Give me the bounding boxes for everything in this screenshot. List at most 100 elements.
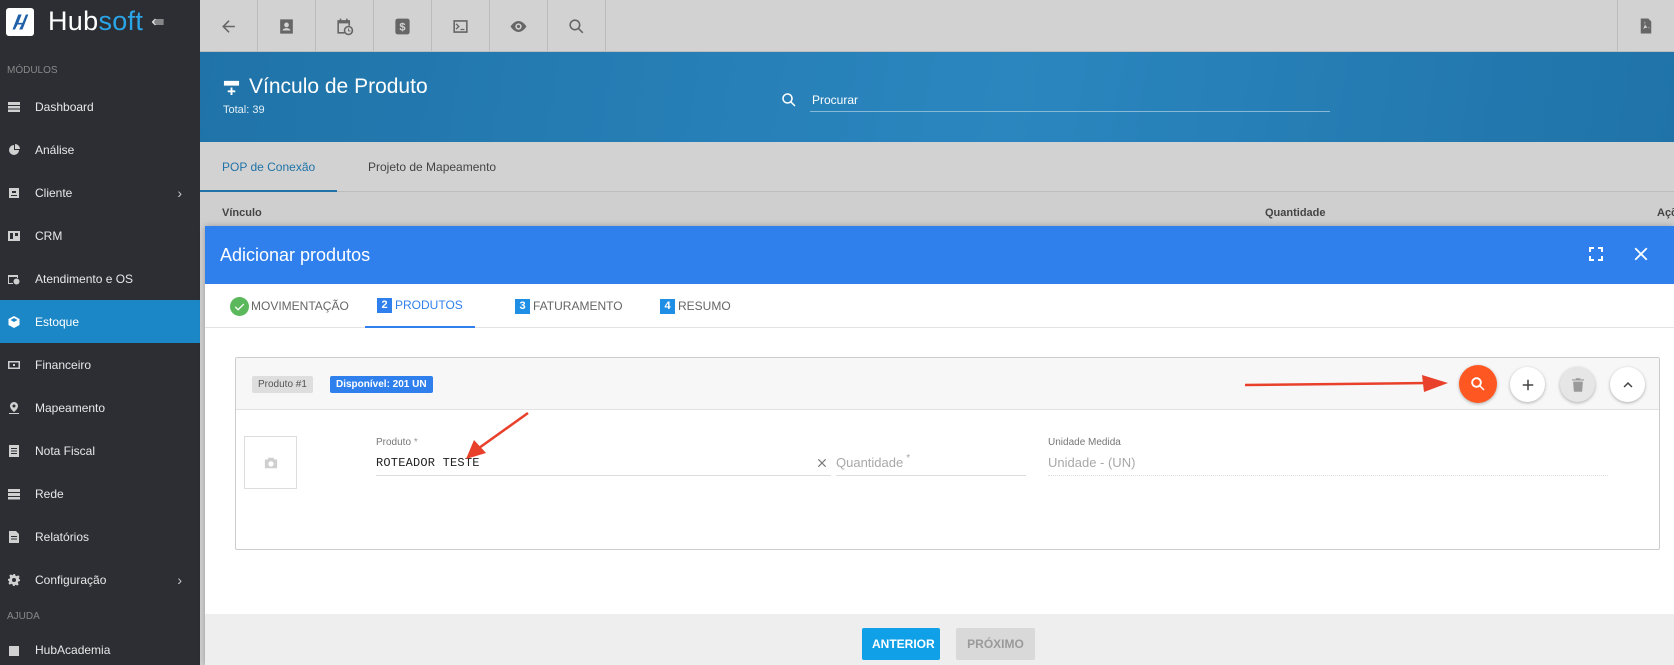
client-button[interactable]: [258, 0, 316, 52]
back-button[interactable]: [200, 0, 258, 52]
product-photo[interactable]: [244, 436, 297, 489]
step-label: PRODUTOS: [395, 298, 463, 312]
available-stock-badge: Disponível: 201 UN: [330, 376, 433, 393]
tab-pop-conexao[interactable]: POP de Conexão: [200, 142, 338, 192]
product-card-header: Produto #1 Disponível: 201 UN: [236, 358, 1659, 410]
finance-button[interactable]: $: [374, 0, 432, 52]
sidebar-item-dashboard[interactable]: Dashboard: [0, 85, 200, 128]
view-button[interactable]: [490, 0, 548, 52]
page-title-text: Vínculo de Produto: [249, 75, 428, 98]
sidebar-item-label: Análise: [35, 142, 75, 157]
academy-icon: [8, 645, 20, 657]
previous-button[interactable]: ANTERIOR: [862, 628, 940, 660]
add-products-modal: Adicionar produtos MOVIMENTAÇÃO 2 PRODUT…: [205, 226, 1674, 665]
sidebar-item-label: Dashboard: [35, 99, 94, 114]
record-count: Total: 39: [223, 104, 265, 116]
arrow-left-icon: [222, 19, 235, 33]
search-icon: [782, 93, 796, 107]
close-icon[interactable]: [1630, 243, 1652, 265]
trash-icon: [1571, 377, 1584, 392]
step-produtos[interactable]: 2 PRODUTOS: [365, 284, 475, 328]
sidebar-item-label: CRM: [35, 228, 63, 243]
eye-icon: [510, 20, 527, 32]
sidebar-item-analise[interactable]: Análise: [0, 128, 200, 171]
search-product-button[interactable]: [1459, 365, 1497, 403]
step-number: 4: [660, 298, 675, 314]
sidebar-item-cliente[interactable]: Cliente ›: [0, 171, 200, 214]
unit-value: Unidade - (UN): [1048, 455, 1136, 470]
pdf-button[interactable]: [1617, 0, 1674, 52]
sidebar-item-atendimento[interactable]: Atendimento e OS: [0, 257, 200, 300]
required-mark: *: [906, 453, 911, 464]
terminal-icon: [453, 19, 468, 33]
sidebar-item-configuracao[interactable]: Configuração ›: [0, 558, 200, 601]
step-number: 3: [515, 298, 530, 314]
sidebar: Hubsoft ⇚ MÓDULOS Dashboard Análise Clie…: [0, 0, 200, 665]
page-tabs: POP de Conexão Projeto de Mapeamento: [200, 142, 1674, 192]
next-button[interactable]: PRÓXIMO: [956, 628, 1035, 660]
product-number-badge: Produto #1: [252, 376, 313, 393]
step-movimentacao[interactable]: MOVIMENTAÇÃO: [218, 284, 361, 328]
sidebar-item-financeiro[interactable]: Financeiro: [0, 343, 200, 386]
sidebar-item-crm[interactable]: CRM: [0, 214, 200, 257]
chevron-right-icon: ›: [177, 571, 182, 588]
calendar-clock-icon: [337, 18, 354, 35]
brand-bar: Hubsoft ⇚: [0, 0, 200, 43]
contact-card-icon: [280, 18, 293, 34]
hubsoft-logo-icon: [6, 7, 34, 36]
sidebar-item-estoque[interactable]: Estoque: [0, 300, 200, 343]
required-mark: *: [413, 437, 418, 448]
tab-projeto-mapeamento[interactable]: Projeto de Mapeamento: [346, 142, 518, 192]
step-resumo[interactable]: 4 RESUMO: [648, 284, 743, 328]
modal-title: Adicionar produtos: [220, 244, 371, 265]
column-header-acoes: Açõ: [1657, 207, 1674, 219]
unit-field[interactable]: Unidade - (UN): [1048, 450, 1608, 476]
chevron-up-icon: [1623, 381, 1632, 388]
search-button[interactable]: [548, 0, 606, 52]
remove-product-button[interactable]: [1560, 367, 1595, 402]
sidebar-item-relatorios[interactable]: Relatórios: [0, 515, 200, 558]
sidebar-item-hubacademia[interactable]: HubAcademia: [0, 627, 200, 657]
money-icon: [8, 359, 20, 371]
modal-footer: ANTERIOR PRÓXIMO: [205, 614, 1674, 665]
sidebar-nav: Dashboard Análise Cliente › CRM Atendime…: [0, 85, 200, 601]
collapse-card-button[interactable]: [1610, 367, 1645, 402]
sidebar-item-rede[interactable]: Rede: [0, 472, 200, 515]
chevron-right-icon: ›: [177, 184, 182, 201]
clear-icon[interactable]: [815, 456, 829, 470]
unit-field-label: Unidade Medida: [1048, 437, 1121, 448]
map-pin-icon: [8, 401, 20, 414]
step-number: 2: [377, 297, 392, 313]
terminal-button[interactable]: [432, 0, 490, 52]
sidebar-item-label: Rede: [35, 486, 64, 501]
column-header-vinculo: Vínculo: [222, 207, 262, 219]
product-value: ROTEADOR TESTE: [376, 455, 480, 470]
svg-text:$: $: [399, 21, 405, 33]
add-product-button[interactable]: [1510, 367, 1545, 402]
collapse-menu-icon[interactable]: ⇚: [151, 12, 164, 32]
product-field[interactable]: ROTEADOR TESTE: [376, 450, 831, 476]
fullscreen-icon[interactable]: [1588, 246, 1604, 262]
brand-hub: Hub: [48, 6, 99, 36]
search-icon: [1471, 377, 1485, 391]
camera-icon: [264, 457, 277, 468]
sidebar-item-label: Nota Fiscal: [35, 443, 96, 458]
section-label-help: AJUDA: [7, 611, 40, 622]
plus-icon: [1522, 379, 1533, 390]
sidebar-item-nota-fiscal[interactable]: Nota Fiscal: [0, 429, 200, 472]
pdf-file-icon: [1640, 18, 1652, 34]
quantity-field[interactable]: Quantidade *: [836, 450, 1026, 476]
column-header-quantidade: Quantidade: [1265, 207, 1326, 219]
pie-chart-icon: [8, 143, 20, 156]
check-circle-icon: [230, 296, 249, 316]
product-field-label: Produto *: [376, 437, 418, 448]
step-faturamento[interactable]: 3 FATURAMENTO: [503, 284, 635, 328]
modal-header: Adicionar produtos: [205, 226, 1674, 284]
sidebar-item-label: Estoque: [35, 314, 80, 329]
sidebar-item-mapeamento[interactable]: Mapeamento: [0, 386, 200, 429]
search-input[interactable]: [810, 88, 1330, 112]
schedule-button[interactable]: [316, 0, 374, 52]
contact-card-icon: [8, 187, 20, 199]
section-label-modules: MÓDULOS: [7, 65, 58, 76]
box-icon: [8, 315, 20, 328]
